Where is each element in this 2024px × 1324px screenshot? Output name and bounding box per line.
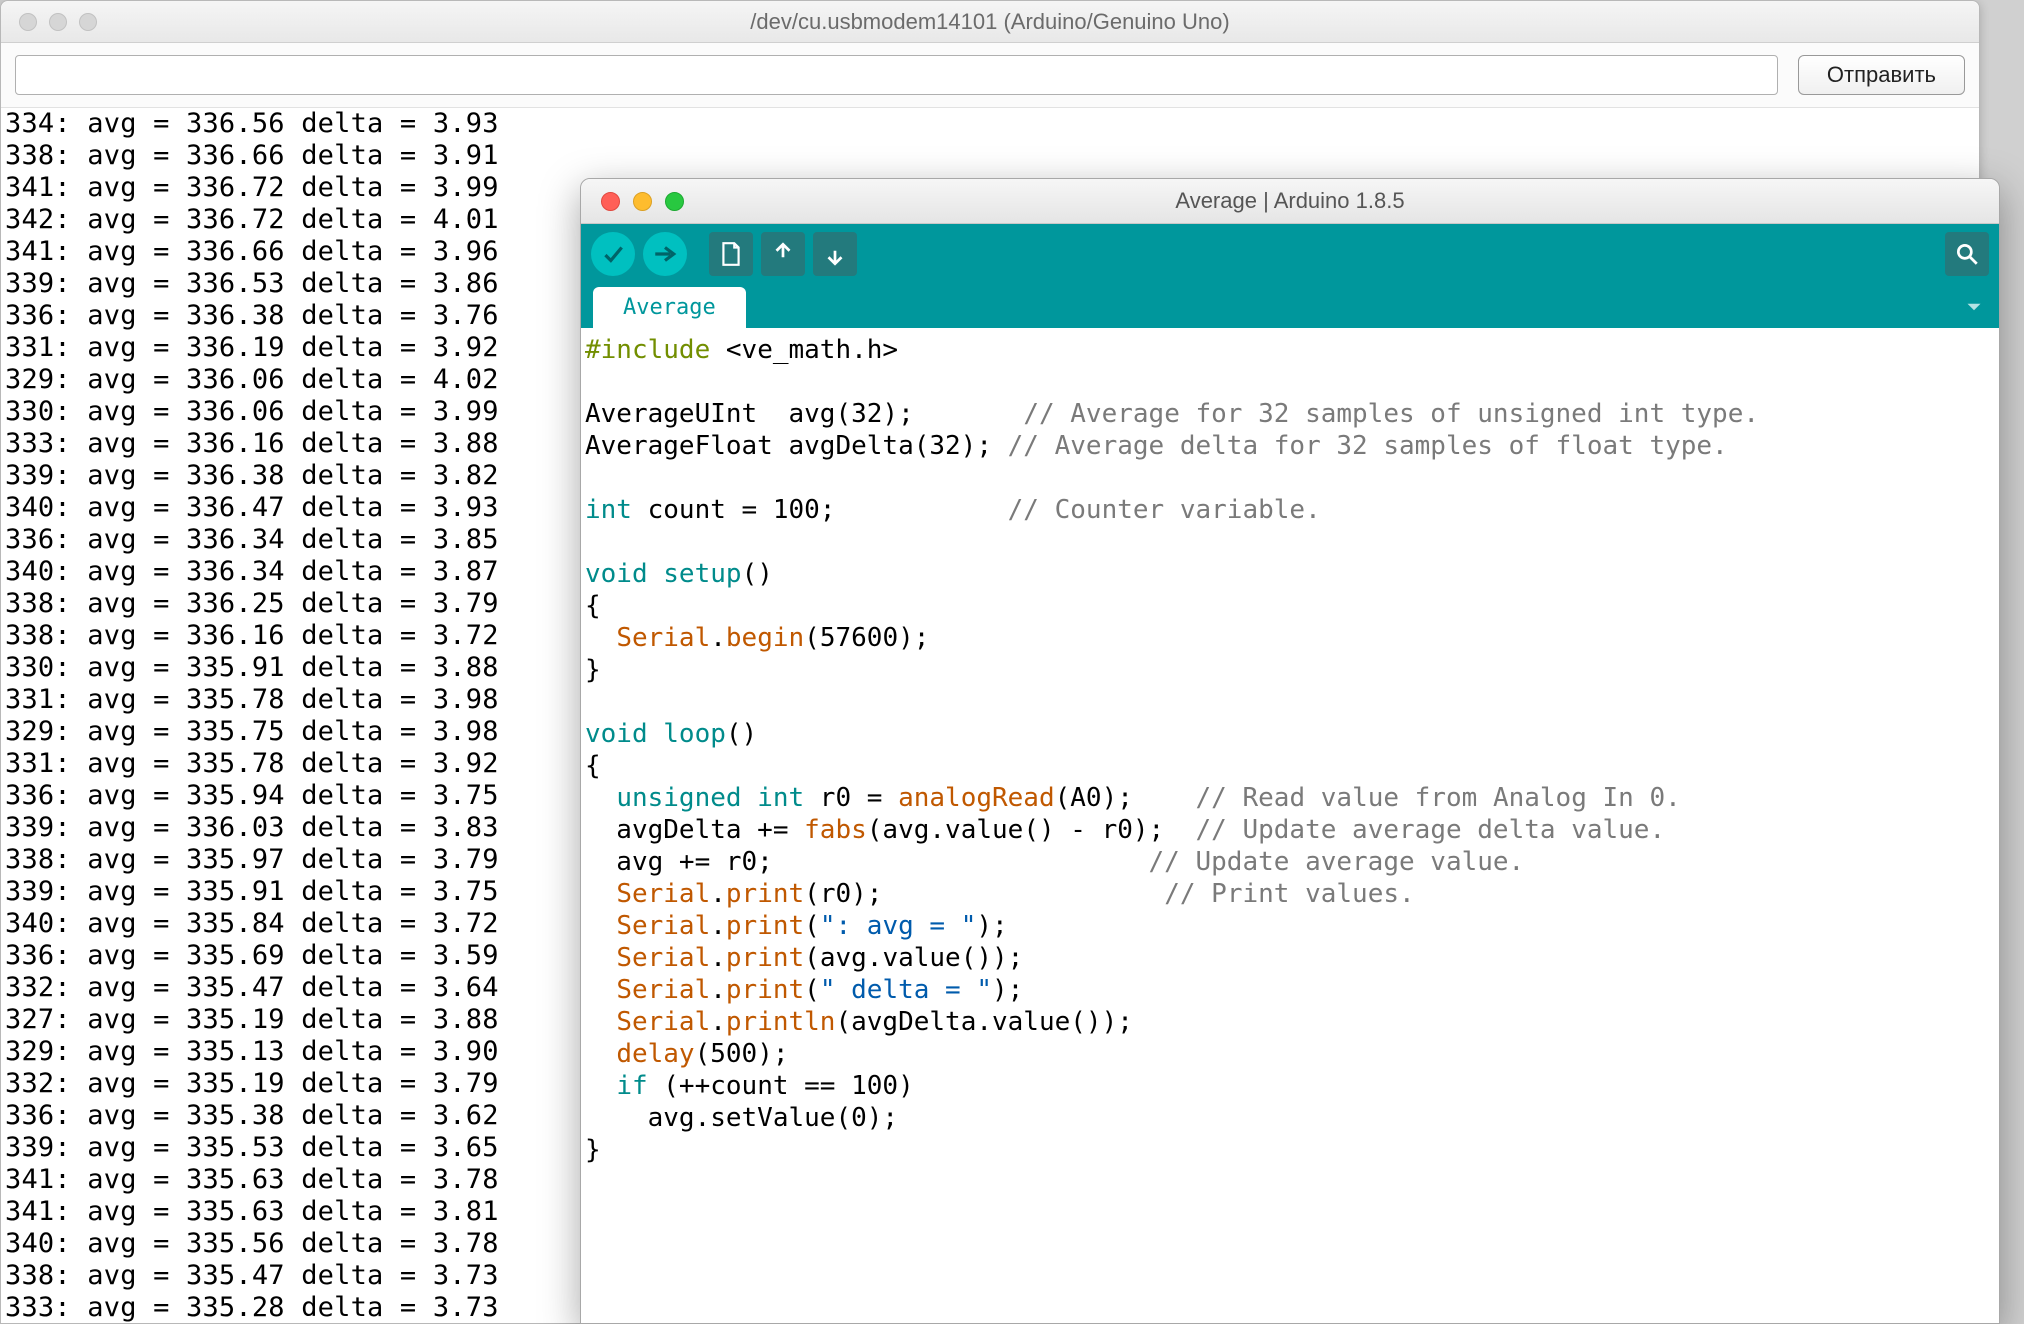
ide-toolbar [581,224,1999,284]
serial-window-title: /dev/cu.usbmodem14101 (Arduino/Genuino U… [1,9,1979,35]
zoom-icon[interactable] [665,192,684,211]
ide-window-title: Average | Arduino 1.8.5 [581,188,1999,214]
minimize-icon[interactable] [49,13,67,31]
tab-menu-dropdown-icon[interactable] [1961,294,1987,320]
open-button[interactable] [761,232,805,276]
serial-monitor-button[interactable] [1945,232,1989,276]
ide-window: Average | Arduino 1.8.5 Average #include… [580,178,2000,1324]
upload-button[interactable] [643,232,687,276]
verify-button[interactable] [591,232,635,276]
serial-traffic-lights [1,13,97,31]
code-editor[interactable]: #include <ve_math.h> AverageUInt avg(32)… [581,328,1999,1166]
close-icon[interactable] [19,13,37,31]
save-button[interactable] [813,232,857,276]
send-button[interactable]: Отправить [1798,55,1965,95]
serial-titlebar: /dev/cu.usbmodem14101 (Arduino/Genuino U… [1,1,1979,43]
ide-titlebar: Average | Arduino 1.8.5 [581,179,1999,224]
serial-topbar: Отправить [1,43,1979,108]
close-icon[interactable] [601,192,620,211]
zoom-icon[interactable] [79,13,97,31]
new-button[interactable] [709,232,753,276]
minimize-icon[interactable] [633,192,652,211]
tab-strip: Average [581,284,1999,328]
serial-input[interactable] [15,55,1778,95]
ide-traffic-lights [581,192,684,211]
tab-average[interactable]: Average [593,287,746,328]
